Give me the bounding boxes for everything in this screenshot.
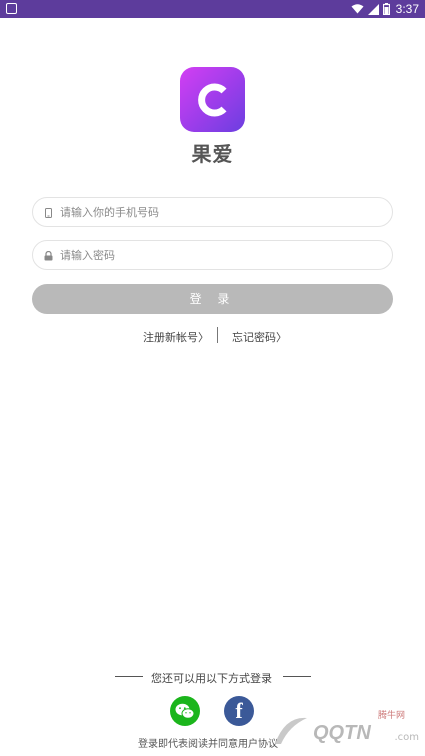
battery-icon	[382, 3, 390, 15]
alt-login-header: 您还可以用以下方式登录	[0, 669, 425, 685]
phone-field[interactable]	[32, 197, 393, 227]
alt-login-title: 您还可以用以下方式登录	[151, 672, 272, 685]
login-button[interactable]: 登 录	[32, 284, 393, 314]
phone-input[interactable]	[60, 198, 380, 226]
clock: 3:37	[395, 2, 419, 16]
watermark-suffix: .com	[394, 732, 419, 743]
wifi-icon	[351, 4, 364, 14]
watermark-logo-icon	[275, 717, 307, 744]
c-ring-logo-icon	[197, 83, 227, 116]
phone-icon	[43, 207, 53, 219]
register-link[interactable]: 注册新帐号〉	[143, 329, 209, 345]
chevron-right-icon: 〉	[198, 331, 209, 344]
password-input[interactable]	[60, 241, 380, 269]
watermark-small-text: 腾牛网	[377, 711, 405, 721]
link-divider	[217, 327, 218, 343]
watermark-brand: QQTN	[313, 722, 371, 744]
lock-icon	[43, 250, 53, 262]
facebook-login-button[interactable]: f	[224, 696, 254, 726]
divider-line-right	[283, 676, 311, 677]
password-field[interactable]	[32, 240, 393, 270]
status-bar: 3:37	[0, 0, 425, 18]
notification-icon	[6, 3, 17, 14]
forgot-label: 忘记密码	[232, 331, 276, 344]
wechat-login-button[interactable]	[170, 696, 200, 726]
account-links: 注册新帐号〉 忘记密码〉	[0, 327, 425, 345]
signal-icon	[367, 3, 379, 15]
register-label: 注册新帐号	[143, 331, 198, 344]
watermark: 腾牛网 QQTN .com	[269, 711, 419, 752]
divider-line-left	[115, 676, 143, 677]
forgot-password-link[interactable]: 忘记密码〉	[232, 329, 287, 345]
chevron-right-icon: 〉	[276, 331, 287, 344]
wechat-icon	[175, 703, 195, 719]
app-logo	[180, 67, 245, 132]
user-agreement-notice[interactable]: 登录即代表阅读并同意用户协议	[138, 735, 278, 750]
status-icons: 3:37	[351, 1, 419, 17]
facebook-icon: f	[235, 698, 243, 723]
app-name: 果爱	[191, 142, 234, 166]
